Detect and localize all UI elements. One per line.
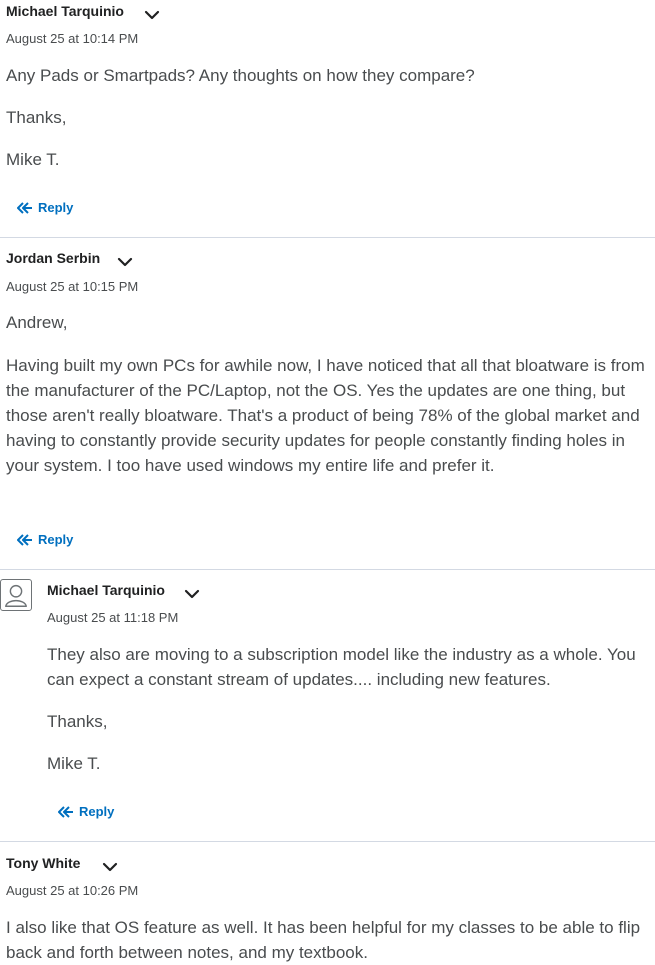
- reply-label: Reply: [38, 532, 74, 547]
- chevron-down-icon[interactable]: [184, 588, 200, 600]
- reply-label: Reply: [79, 804, 115, 819]
- post-paragraph: Mike T.: [47, 754, 101, 773]
- post-paragraph: Any Pads or Smartpads? Any thoughts on h…: [6, 66, 475, 85]
- reply-arrow-icon: [17, 533, 32, 546]
- post-paragraph: I also like that OS feature as well. It …: [6, 918, 641, 962]
- post-date: August 25 at 10:26 PM: [6, 883, 139, 898]
- chevron-down-icon[interactable]: [102, 861, 118, 873]
- user-avatar-icon[interactable]: [0, 579, 32, 611]
- post-divider: [0, 237, 655, 238]
- post-paragraph: Having built my own PCs for awhile now, …: [6, 356, 645, 475]
- reply-button[interactable]: Reply: [17, 200, 73, 215]
- post-paragraph: Andrew,: [6, 313, 68, 332]
- post-paragraph: Thanks,: [47, 712, 108, 731]
- reply-arrow-icon: [17, 201, 32, 214]
- post-author[interactable]: Jordan Serbin: [6, 250, 100, 266]
- reply-button[interactable]: Reply: [58, 804, 114, 819]
- post-author[interactable]: Michael Tarquinio: [6, 3, 124, 19]
- post-date: August 25 at 10:15 PM: [6, 279, 139, 294]
- post-paragraph: Thanks,: [6, 108, 67, 127]
- chevron-down-icon[interactable]: [144, 9, 160, 21]
- reply-label: Reply: [38, 200, 74, 215]
- post-paragraph: They also are moving to a subscription m…: [47, 645, 636, 689]
- post-divider: [0, 841, 655, 842]
- chevron-down-icon[interactable]: [117, 256, 133, 268]
- post-date: August 25 at 11:18 PM: [47, 610, 179, 625]
- post-author[interactable]: Michael Tarquinio: [47, 582, 165, 598]
- reply-arrow-icon: [58, 805, 73, 818]
- post-divider: [0, 569, 655, 570]
- post-author[interactable]: Tony White: [6, 855, 80, 871]
- reply-button[interactable]: Reply: [17, 532, 73, 547]
- post-paragraph: Mike T.: [6, 150, 60, 169]
- post-date: August 25 at 10:14 PM: [6, 31, 139, 46]
